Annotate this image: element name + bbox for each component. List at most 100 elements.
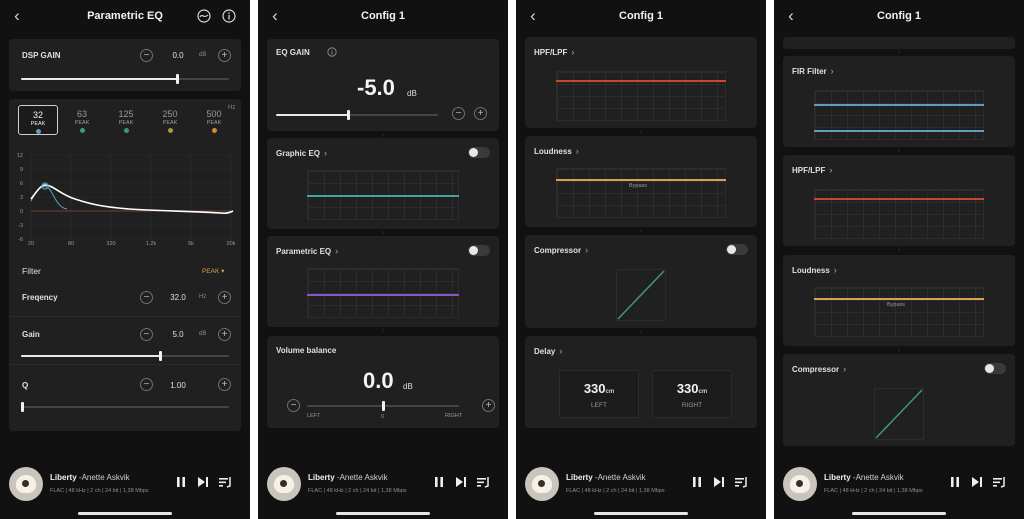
delay-left-box[interactable]: 330cm LEFT — [559, 370, 639, 418]
now-playing-title[interactable]: Liberty -Anette Askvik — [824, 473, 904, 482]
now-playing-title[interactable]: Liberty -Anette Askvik — [50, 473, 130, 482]
graphic-eq-card[interactable]: Graphic EQ › — [267, 138, 499, 229]
eq-gain-slider[interactable] — [276, 110, 438, 120]
parametric-eq-toggle[interactable] — [468, 245, 490, 256]
band-tab-250[interactable]: 250 PEAK — [150, 105, 190, 135]
mini-player[interactable]: Liberty -Anette Askvik FLAC | 48 kHz | 2… — [258, 461, 508, 519]
q-increase-button[interactable]: + — [218, 378, 231, 391]
compressor-label[interactable]: Compressor › — [792, 364, 846, 374]
dsp-gain-increase-button[interactable]: + — [218, 49, 231, 62]
loudness-bypass-label: Bypass — [629, 183, 648, 189]
gain-decrease-button[interactable]: − — [140, 328, 153, 341]
eq-gain-slider-thumb[interactable] — [347, 110, 351, 120]
eq-gain-decrease-button[interactable]: − — [452, 107, 465, 120]
dsp-gain-unit: dB — [199, 52, 207, 58]
volume-balance-slider[interactable] — [307, 401, 459, 411]
delay-right-box[interactable]: 330cm RIGHT — [652, 370, 732, 418]
mini-player[interactable]: Liberty -Anette Askvik FLAC | 48 kHz | 2… — [516, 461, 766, 519]
next-icon[interactable] — [970, 475, 984, 489]
parametric-eq-card[interactable]: Parametric EQ › — [267, 236, 499, 327]
album-art[interactable] — [783, 467, 817, 501]
compressor-card[interactable]: Compressor › — [525, 235, 757, 328]
queue-icon[interactable] — [734, 475, 748, 489]
next-icon[interactable] — [196, 475, 210, 489]
dsp-gain-decrease-button[interactable]: − — [140, 49, 153, 62]
compressor-preview — [616, 269, 666, 321]
frequency-decrease-button[interactable]: − — [140, 291, 153, 304]
next-icon[interactable] — [454, 475, 468, 489]
eq-y-tick: 3 — [20, 195, 23, 201]
dsp-gain-value[interactable]: 0.0 — [161, 51, 195, 60]
balance-right-button[interactable]: + — [482, 399, 495, 412]
volume-balance-value: 0.0 — [363, 368, 394, 393]
chevron-right-icon: › — [335, 246, 339, 256]
next-icon[interactable] — [712, 475, 726, 489]
gain-value[interactable]: 5.0 — [161, 330, 195, 339]
hpf-lpf-card[interactable]: HPF/LPF › — [525, 37, 757, 128]
pause-icon[interactable] — [690, 475, 704, 489]
graphic-eq-label[interactable]: Graphic EQ › — [276, 148, 327, 158]
info-icon[interactable] — [222, 9, 236, 23]
delay-label[interactable]: Delay › — [534, 346, 562, 356]
eq-curve-icon[interactable] — [197, 9, 211, 23]
parametric-eq-label[interactable]: Parametric EQ › — [276, 246, 338, 256]
info-icon[interactable] — [327, 47, 337, 57]
pause-icon[interactable] — [432, 475, 446, 489]
chevron-right-icon: › — [585, 245, 589, 255]
gain-slider[interactable] — [21, 351, 229, 361]
compressor-label[interactable]: Compressor › — [534, 245, 588, 255]
graphic-eq-toggle[interactable] — [468, 147, 490, 158]
dsp-gain-slider[interactable] — [21, 74, 229, 84]
album-art[interactable] — [525, 467, 559, 501]
balance-left-button[interactable]: − — [287, 399, 300, 412]
album-art[interactable] — [267, 467, 301, 501]
volume-balance-unit: dB — [403, 382, 413, 391]
q-value[interactable]: 1.00 — [161, 381, 195, 390]
q-label: Q — [22, 381, 29, 390]
song-artist: -Anette Askvik — [78, 473, 130, 482]
gain-increase-button[interactable]: + — [218, 328, 231, 341]
hpf-lpf-line — [814, 198, 984, 200]
mini-player[interactable]: Liberty -Anette Askvik FLAC | 48 kHz | 2… — [774, 461, 1024, 519]
filter-type-select[interactable]: PEAK ▾ — [202, 267, 224, 275]
q-slider[interactable] — [21, 402, 229, 412]
frequency-value[interactable]: 32.0 — [161, 293, 195, 302]
eq-curve-chart[interactable]: 12 9 6 3 0 -3 -6 20 80 320 1.2k 5k 20k — [9, 149, 241, 249]
mini-player[interactable]: Liberty -Anette Askvik FLAC | 48 kHz | 2… — [0, 461, 250, 519]
fir-filter-preview — [814, 90, 984, 140]
loudness-card[interactable]: Loudness › Bypass — [783, 255, 1015, 346]
loudness-label[interactable]: Loudness › — [534, 146, 579, 156]
delay-card[interactable]: Delay › 330cm LEFT 330cm RIGHT — [525, 336, 757, 428]
queue-icon[interactable] — [992, 475, 1006, 489]
gain-slider-fill — [21, 355, 161, 357]
eq-band-curve — [30, 186, 68, 210]
gain-slider-thumb[interactable] — [158, 351, 162, 361]
band-tab-63[interactable]: 63 PEAK — [62, 105, 102, 135]
q-decrease-button[interactable]: − — [140, 378, 153, 391]
balance-left-label: LEFT — [307, 413, 321, 419]
eq-gain-increase-button[interactable]: + — [474, 107, 487, 120]
queue-icon[interactable] — [218, 475, 232, 489]
hpf-lpf-label[interactable]: HPF/LPF › — [534, 47, 574, 57]
fir-filter-label[interactable]: FIR Filter › — [792, 66, 834, 76]
compressor-toggle[interactable] — [726, 244, 748, 255]
dsp-gain-slider-thumb[interactable] — [175, 74, 179, 84]
now-playing-title[interactable]: Liberty -Anette Askvik — [566, 473, 646, 482]
band-tab-125[interactable]: 125 PEAK — [106, 105, 146, 135]
hpf-lpf-label[interactable]: HPF/LPF › — [792, 165, 832, 175]
compressor-card[interactable]: Compressor › — [783, 354, 1015, 446]
q-slider-thumb[interactable] — [21, 402, 24, 412]
frequency-increase-button[interactable]: + — [218, 291, 231, 304]
fir-filter-card[interactable]: FIR Filter › — [783, 56, 1015, 147]
pause-icon[interactable] — [174, 475, 188, 489]
pause-icon[interactable] — [948, 475, 962, 489]
band-tab-32[interactable]: 32 PEAK — [18, 105, 58, 135]
queue-icon[interactable] — [476, 475, 490, 489]
compressor-toggle[interactable] — [984, 363, 1006, 374]
album-art[interactable] — [9, 467, 43, 501]
hpf-lpf-card[interactable]: HPF/LPF › — [783, 155, 1015, 246]
loudness-card[interactable]: Loudness › Bypass — [525, 136, 757, 227]
volume-balance-slider-thumb[interactable] — [381, 401, 385, 411]
now-playing-title[interactable]: Liberty -Anette Askvik — [308, 473, 388, 482]
loudness-label[interactable]: Loudness › — [792, 265, 837, 275]
